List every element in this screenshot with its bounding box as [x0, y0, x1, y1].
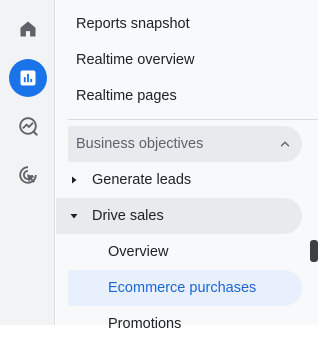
- nav-item-label: Overview: [108, 244, 169, 260]
- section-divider: [68, 119, 318, 120]
- nav-item-promotions[interactable]: Promotions: [68, 306, 302, 342]
- reports-nav-panel: Reports snapshot Realtime overview Realt…: [56, 0, 318, 332]
- nav-item-label: Promotions: [108, 316, 182, 332]
- caret-right-icon: [66, 175, 82, 185]
- nav-group-drive-sales[interactable]: Drive sales: [56, 198, 302, 234]
- caret-down-icon: [66, 211, 82, 221]
- scrollbar-thumb[interactable]: [310, 240, 318, 262]
- chevron-up-icon: [278, 137, 292, 151]
- nav-item-overview[interactable]: Overview: [68, 234, 302, 270]
- advertising-nav-button[interactable]: [9, 156, 47, 194]
- home-nav-button[interactable]: [9, 10, 47, 48]
- explore-icon: [19, 117, 38, 136]
- nav-group-label: Drive sales: [92, 208, 164, 224]
- nav-item-label: Reports snapshot: [76, 16, 190, 32]
- explore-nav-button[interactable]: [9, 107, 47, 145]
- nav-item-label: Realtime pages: [76, 88, 177, 104]
- nav-item-realtime-pages[interactable]: Realtime pages: [56, 78, 318, 114]
- nav-group-label: Generate leads: [92, 172, 192, 188]
- nav-item-ecommerce-purchases[interactable]: Ecommerce purchases: [68, 270, 302, 306]
- nav-item-label: Realtime overview: [76, 52, 195, 68]
- reports-icon: [20, 70, 36, 86]
- home-icon: [20, 21, 36, 37]
- nav-group-generate-leads[interactable]: Generate leads: [56, 162, 302, 198]
- nav-item-realtime-overview[interactable]: Realtime overview: [56, 42, 318, 78]
- nav-item-label: Ecommerce purchases: [108, 280, 257, 296]
- reports-nav-button[interactable]: [9, 59, 47, 97]
- section-header-label: Business objectives: [76, 136, 204, 152]
- section-header-business-objectives[interactable]: Business objectives: [68, 126, 302, 162]
- advertising-icon: [19, 166, 37, 184]
- left-icon-rail: [0, 0, 55, 325]
- nav-item-reports-snapshot[interactable]: Reports snapshot: [56, 6, 318, 42]
